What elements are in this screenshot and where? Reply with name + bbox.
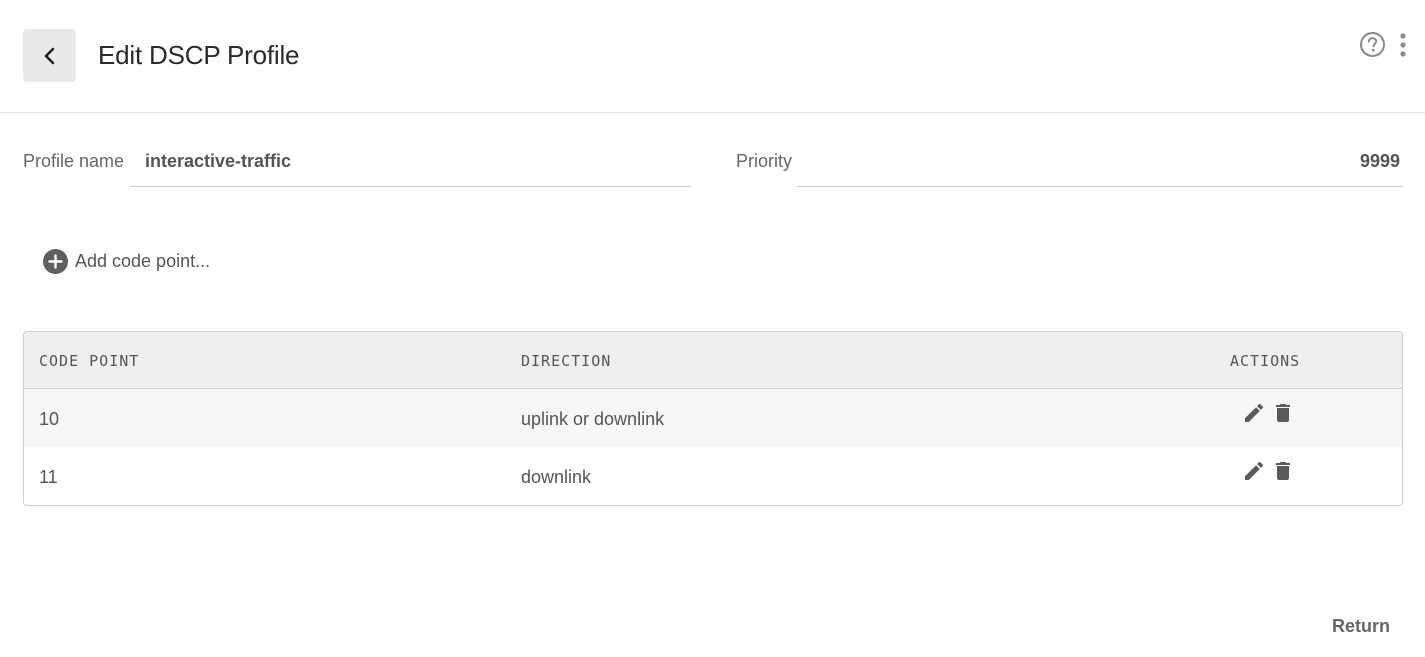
table-row: 11 downlink — [24, 447, 1402, 505]
priority-underline — [796, 186, 1403, 187]
add-code-point-button[interactable]: Add code point... — [43, 249, 210, 274]
column-header-actions: ACTIONS — [1230, 352, 1301, 370]
profile-name-underline — [130, 186, 691, 187]
direction-cell: downlink — [521, 467, 592, 487]
profile-name-label: Profile name — [23, 151, 125, 171]
priority-input[interactable]: 9999 — [1360, 151, 1400, 172]
add-code-point-label: Add code point... — [75, 251, 211, 271]
code-points-table: CODE POINT DIRECTION ACTIONS 10 uplink o… — [23, 331, 1403, 506]
page-header: Edit DSCP Profile — [0, 0, 1425, 113]
delete-icon[interactable] — [1271, 401, 1295, 425]
more-vert-icon[interactable] — [1396, 32, 1410, 58]
direction-cell: uplink or downlink — [521, 409, 665, 429]
profile-name-input[interactable]: interactive-traffic — [145, 151, 291, 172]
column-header-direction: DIRECTION — [521, 352, 612, 370]
help-icon[interactable] — [1359, 31, 1386, 58]
chevron-left-icon — [44, 47, 54, 64]
table-header: CODE POINT DIRECTION ACTIONS — [24, 332, 1402, 389]
return-button[interactable]: Return — [1332, 616, 1390, 637]
back-button[interactable] — [23, 29, 76, 82]
column-header-code-point: CODE POINT — [39, 352, 140, 370]
edit-icon[interactable] — [1242, 401, 1266, 425]
code-point-cell: 11 — [39, 467, 58, 487]
table-row: 10 uplink or downlink — [24, 389, 1402, 447]
page-title: Edit DSCP Profile — [98, 40, 300, 70]
edit-icon[interactable] — [1242, 459, 1266, 483]
priority-label: Priority — [736, 151, 793, 171]
code-point-cell: 10 — [39, 409, 60, 429]
delete-icon[interactable] — [1271, 459, 1295, 483]
add-circle-icon — [43, 249, 68, 274]
